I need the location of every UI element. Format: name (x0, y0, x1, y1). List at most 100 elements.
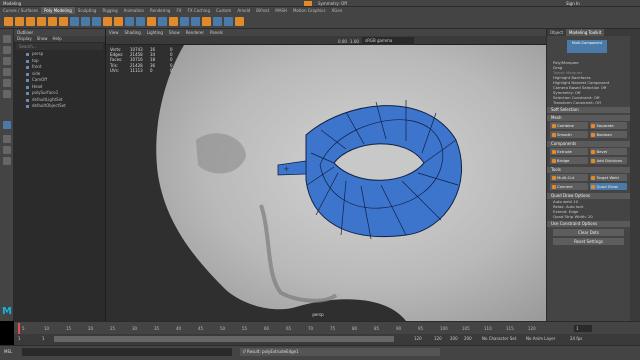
paint-select-icon[interactable] (3, 57, 11, 65)
layout-single-icon[interactable] (3, 135, 11, 143)
tab-object[interactable]: Object (547, 29, 566, 36)
anim-layer[interactable]: No Anim Layer (526, 336, 555, 341)
shelf-tool-icon[interactable] (92, 17, 101, 26)
shelf-tool-icon[interactable] (4, 17, 13, 26)
range-start[interactable]: 1 (18, 336, 21, 341)
outliner-menu-item[interactable]: Show (37, 36, 48, 42)
workspace-dropdown[interactable]: Modeling (3, 0, 21, 7)
shelf-tab[interactable]: MASH (272, 7, 290, 14)
soft-selection-header[interactable]: Soft Selection (547, 107, 630, 113)
shelf-tool-icon[interactable] (158, 17, 167, 26)
shelf-tool-icon[interactable] (180, 17, 189, 26)
shelf-tab[interactable]: Motion Graphics (290, 7, 329, 14)
shelf-tab[interactable]: Custom (213, 7, 234, 14)
quad-strip-width[interactable]: Quad Strip Width: 20 (547, 214, 630, 219)
clear-dots-button[interactable]: Clear Dots (553, 229, 624, 236)
viewport-menu-item[interactable]: Panels (210, 29, 223, 36)
shelf-tool-icon[interactable] (114, 17, 123, 26)
shelf-tool-icon[interactable] (70, 17, 79, 26)
multi-cut-button[interactable]: Multi-Cut (550, 174, 588, 181)
time-slider[interactable]: 5 10 15 20 25 30 35 40 45 50 55 60 65 70 75 80 85 90 95 100… (14, 321, 640, 334)
shelf-tool-icon[interactable] (125, 17, 134, 26)
multi-component-button[interactable]: Multi-Component (567, 40, 607, 53)
viewport-menu-item[interactable]: Show (169, 29, 180, 36)
range-slider[interactable]: 1 1 120 120 200 200 No Character Set No … (14, 334, 640, 345)
shelf-tab[interactable]: Rigging (99, 7, 120, 14)
bevel-button[interactable]: Bevel (589, 148, 627, 155)
bridge-button[interactable]: Bridge (550, 157, 588, 164)
transform-constraint[interactable]: Transform Constraint: Off (547, 100, 630, 105)
tab-modeling-toolkit[interactable]: Modeling Toolkit (566, 29, 605, 36)
shelf-tab[interactable]: Rendering (147, 7, 173, 14)
range-bar[interactable] (54, 336, 394, 342)
outliner-item[interactable]: defaultObjectSet (14, 103, 105, 110)
symmetry-setting[interactable]: Symmetry: Off (318, 0, 347, 7)
range-end-3[interactable]: 200 (464, 336, 472, 341)
viewport-menu-item[interactable]: View (109, 29, 119, 36)
layout-side-icon[interactable] (3, 157, 11, 165)
shelf-tool-icon[interactable] (136, 17, 145, 26)
character-set[interactable]: No Character Set (482, 336, 516, 341)
connect-button[interactable]: Connect (550, 183, 588, 190)
shelf-tab[interactable]: FX Caching (185, 7, 213, 14)
shelf-tool-icon[interactable] (213, 17, 222, 26)
rotate-tool-icon[interactable] (3, 79, 11, 87)
select-mode-icon[interactable] (304, 1, 312, 6)
scale-tool-icon[interactable] (3, 90, 11, 98)
shelf-tool-icon[interactable] (37, 17, 46, 26)
fps-dropdown[interactable]: 24 fps (570, 336, 582, 341)
sign-in-button[interactable]: Sign In (566, 0, 580, 7)
combine-button[interactable]: Combine (550, 122, 588, 129)
shelf-tab[interactable]: Curves / Surfaces (0, 7, 41, 14)
shelf-tool-icon[interactable] (202, 17, 211, 26)
camera-value[interactable]: 0.00 (338, 39, 347, 44)
shelf-tool-icon[interactable] (15, 17, 24, 26)
shelf-tool-icon[interactable] (103, 17, 112, 26)
shelf-tool-icon[interactable] (26, 17, 35, 26)
shelf-tab[interactable]: Poly Modeling (41, 7, 75, 14)
current-frame-field[interactable]: 1 (574, 325, 592, 332)
shelf-tab[interactable]: Bifrost (253, 7, 272, 14)
side-tabs[interactable] (630, 29, 640, 321)
quad-draw-button[interactable]: Quad Draw (589, 183, 627, 190)
range-end-2[interactable]: 200 (450, 336, 458, 341)
range-end[interactable]: 120 (434, 336, 442, 341)
shelf-tab[interactable]: Arnold (234, 7, 253, 14)
shelf-tab[interactable]: XGen (328, 7, 345, 14)
separate-button[interactable]: Separate (589, 122, 627, 129)
use-constraint-header[interactable]: Use Constraint Options (547, 221, 630, 227)
reset-settings-button[interactable]: Reset Settings (553, 238, 624, 245)
quad-draw-tool-icon[interactable] (3, 121, 11, 129)
shelf-tool-icon[interactable] (169, 17, 178, 26)
target-weld-button[interactable]: Target Weld (589, 174, 627, 181)
shelf-tool-icon[interactable] (59, 17, 68, 26)
outliner-menu-item[interactable]: Help (53, 36, 62, 42)
shelf-tab[interactable]: FX (173, 7, 184, 14)
shelf-tool-icon[interactable] (191, 17, 200, 26)
outliner-search[interactable]: Search... (16, 43, 103, 50)
outliner-menu-item[interactable]: Display (17, 36, 32, 42)
shelf-tool-icon[interactable] (48, 17, 57, 26)
lasso-tool-icon[interactable] (3, 46, 11, 54)
colorspace-dropdown[interactable]: sRGB gamma (362, 37, 414, 45)
viewport-menu-item[interactable]: Shading (125, 29, 141, 36)
move-tool-icon[interactable] (3, 68, 11, 76)
range-inner-start[interactable]: 1 (42, 336, 45, 341)
viewport-menu-item[interactable]: Lighting (147, 29, 163, 36)
viewport-menu-item[interactable]: Renderer (186, 29, 204, 36)
select-tool-icon[interactable] (3, 35, 11, 43)
layout-four-icon[interactable] (3, 146, 11, 154)
script-mode[interactable]: MEL (4, 349, 12, 354)
extrude-button[interactable]: Extrude (550, 148, 588, 155)
shelf-tool-icon[interactable] (147, 17, 156, 26)
shelf-tab[interactable]: Animation (121, 7, 147, 14)
add-divisions-button[interactable]: Add Divisions (589, 157, 627, 164)
shelf-tool-icon[interactable] (224, 17, 233, 26)
scale-value[interactable]: 1.00 (350, 39, 359, 44)
boolean-button[interactable]: Boolean (589, 131, 627, 138)
current-time-indicator[interactable] (18, 323, 20, 334)
command-input[interactable] (22, 348, 232, 356)
smooth-button[interactable]: Smooth (550, 131, 588, 138)
viewport-panel[interactable]: View Shading Lighting Show Renderer Panels 0.… (106, 29, 546, 321)
shelf-tab[interactable]: Sculpting (75, 7, 100, 14)
